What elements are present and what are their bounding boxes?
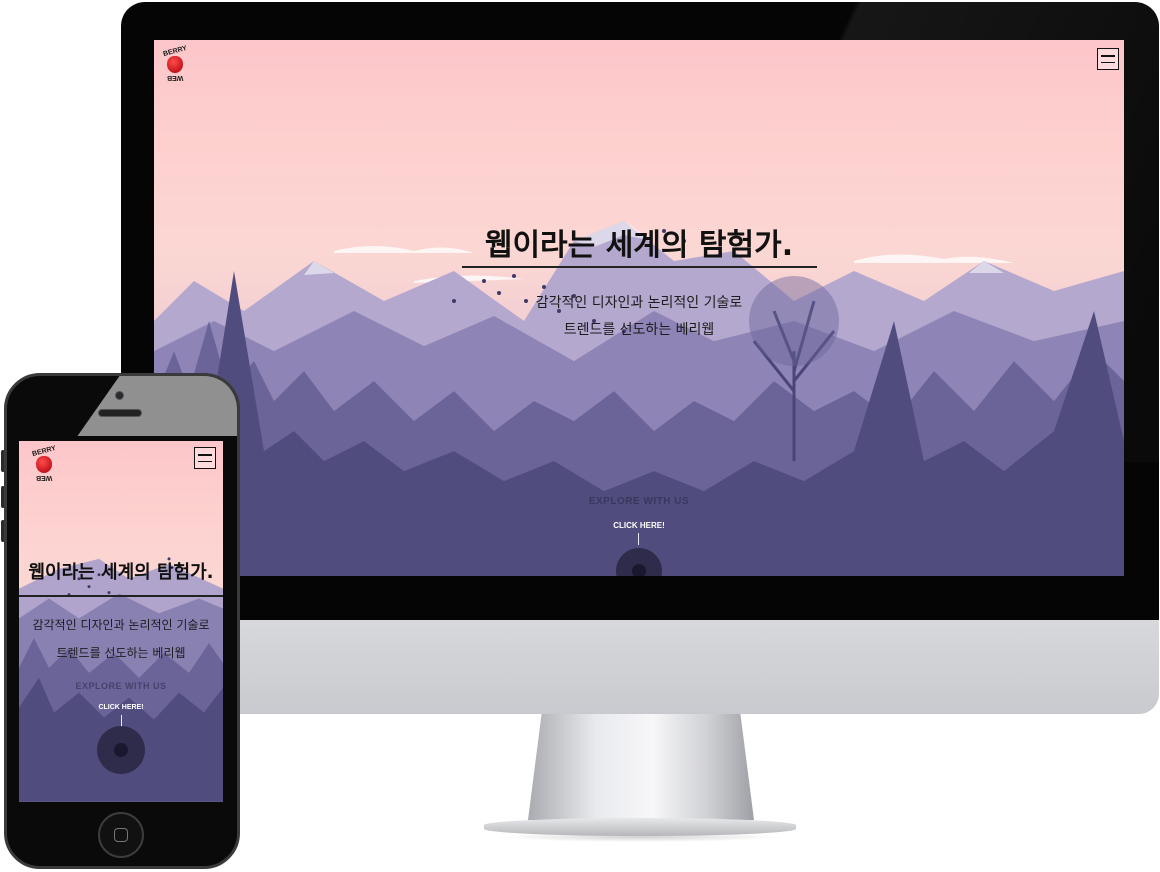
mobile-brand-logo[interactable]: BERRY WEB: [29, 445, 59, 481]
imac-stand-neck: [528, 714, 754, 820]
logo-text-bottom: WEB: [166, 74, 184, 81]
device-mockup-stage: BERRY WEB 웹이라는 세계의 탐험가. 감각적인 디자인과 논리적인 기…: [0, 0, 1160, 872]
mobile-menu-button[interactable]: [194, 447, 216, 469]
menu-button[interactable]: [1097, 48, 1119, 70]
mobile-cta-circle-button[interactable]: [97, 726, 145, 774]
phone-camera-icon: [115, 391, 124, 400]
hamburger-menu-icon: [1101, 55, 1115, 57]
hamburger-menu-icon-line: [1101, 61, 1115, 63]
brand-logo[interactable]: BERRY WEB: [160, 45, 190, 81]
imac-chin: [121, 620, 1159, 714]
mobile-screen: BERRY WEB 웹이라는 세계의 탐험가. 감각적인 디자인과 논리적인 기…: [19, 441, 223, 802]
hero-subtitle-line2: 트렌드를 선도하는 베리웹: [563, 322, 715, 338]
mobile-circle-play-icon: [114, 743, 128, 757]
mobile-hero-headline: 웹이라는 세계의 탐험가.: [28, 562, 214, 583]
cta-label[interactable]: CLICK HERE!: [154, 521, 1124, 530]
home-square-icon: [114, 828, 128, 842]
mobile-hamburger-menu-icon-line: [198, 460, 212, 462]
hero-subtitle-line1: 감각적인 디자인과 논리적인 기술로: [535, 295, 743, 311]
mobile-explore-text: EXPLORE WITH US: [75, 681, 167, 691]
hero-headline: 웹이라는 세계의 탐험가.: [484, 228, 794, 263]
phone-glare: [77, 376, 237, 436]
phone-speaker: [98, 409, 142, 417]
circle-play-icon: [632, 564, 646, 576]
mobile-headline-underline: [19, 595, 223, 597]
mobile-hamburger-menu-icon: [198, 454, 212, 456]
imac-stand-foot: [484, 818, 796, 836]
mobile-cta-label[interactable]: CLICK HERE!: [19, 704, 223, 711]
phone-home-button[interactable]: [98, 812, 144, 858]
headline-underline: [462, 266, 817, 268]
mobile-strawberry-logo-icon: [36, 456, 52, 473]
desktop-screen: BERRY WEB 웹이라는 세계의 탐험가. 감각적인 디자인과 논리적인 기…: [154, 40, 1124, 576]
explore-text: EXPLORE WITH US: [588, 496, 690, 507]
mobile-hero-subtitle-line2: 트렌드를 선도하는 베리웹: [56, 646, 186, 660]
mobile-hero-subtitle-line1: 감각적인 디자인과 논리적인 기술로: [32, 618, 210, 632]
mobile-logo-text-bottom: WEB: [35, 474, 53, 481]
strawberry-logo-icon: [167, 56, 183, 73]
cta-arrow-icon: [638, 533, 639, 545]
